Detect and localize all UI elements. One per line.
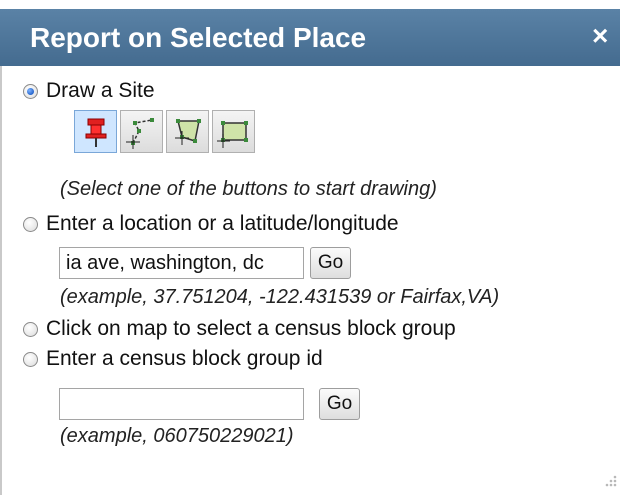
location-example-text: (example, 37.751204, -122.431539 or Fair… <box>60 286 500 308</box>
polygon-tool-button[interactable] <box>166 110 209 153</box>
rectangle-icon <box>217 121 248 148</box>
radio-enter-location[interactable] <box>23 217 38 232</box>
titlebar-top-stripe <box>0 0 620 9</box>
rectangle-tool-button[interactable] <box>212 110 255 153</box>
panel-titlebar[interactable]: Report on Selected Place × <box>0 0 620 66</box>
panel-title: Report on Selected Place <box>30 22 367 53</box>
draw-hint-text: (Select one of the buttons to start draw… <box>60 178 437 200</box>
close-icon[interactable]: × <box>592 20 608 52</box>
resize-grip-icon[interactable] <box>600 472 618 490</box>
radio-click-map[interactable] <box>23 322 38 337</box>
polyline-icon <box>126 118 154 149</box>
option-enter-location-label[interactable]: Enter a location or a latitude/longitude <box>46 212 399 236</box>
pushpin-tool-button[interactable] <box>74 110 117 153</box>
option-draw-site-label[interactable]: Draw a Site <box>46 79 155 103</box>
report-panel: Report on Selected Place × Draw a Site (… <box>0 0 620 495</box>
block-group-example-text: (example, 060750229021) <box>60 425 294 447</box>
block-group-input[interactable] <box>59 388 304 420</box>
radio-enter-block-group[interactable] <box>23 352 38 367</box>
location-input[interactable] <box>59 247 304 279</box>
option-enter-block-group-label[interactable]: Enter a census block group id <box>46 347 323 371</box>
panel-left-border <box>0 66 2 495</box>
polyline-tool-button[interactable] <box>120 110 163 153</box>
option-click-map-label[interactable]: Click on map to select a census block gr… <box>46 317 456 341</box>
pushpin-icon <box>85 118 107 147</box>
radio-draw-site[interactable] <box>23 84 38 99</box>
location-go-button[interactable]: Go <box>310 247 351 279</box>
polygon-icon <box>175 119 201 145</box>
block-group-go-button[interactable]: Go <box>319 388 360 420</box>
